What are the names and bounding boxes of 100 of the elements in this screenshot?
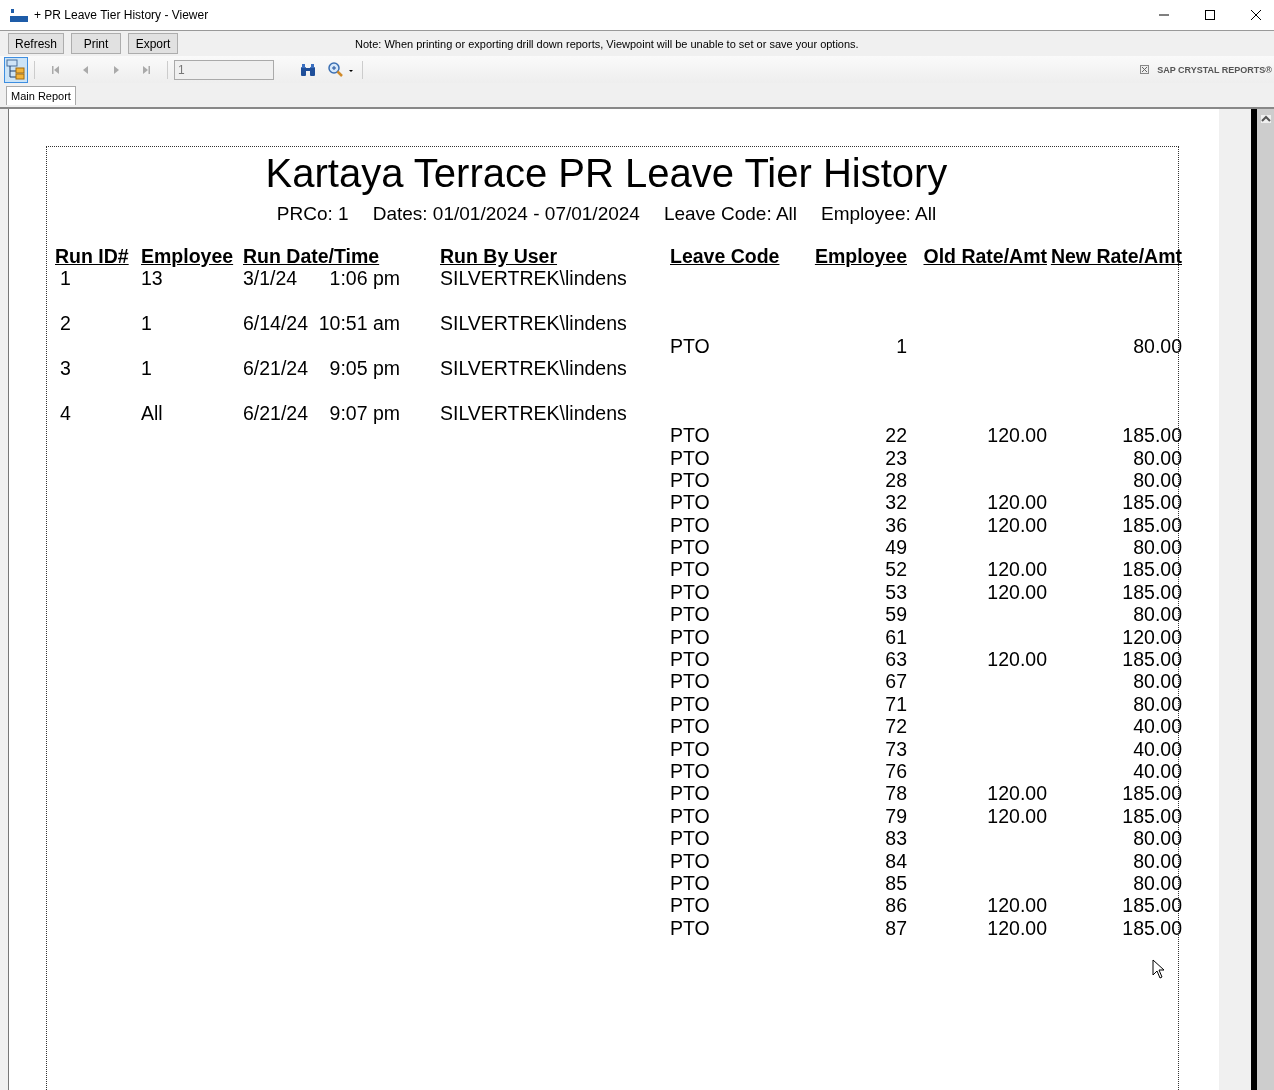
- table-cell-text: PTO: [670, 827, 711, 850]
- table-cell-text: 49: [884, 536, 907, 559]
- table-cell-text: PTO: [670, 491, 711, 514]
- table-cell-text: 185.00: [1121, 513, 1182, 537]
- table-cell-text: 185.00: [1121, 804, 1182, 828]
- report-tab[interactable]: Main Report: [6, 86, 76, 105]
- table-cell-text: 1: [141, 312, 153, 335]
- page-number-field[interactable]: 1: [174, 59, 274, 80]
- vertical-scrollbar[interactable]: [1257, 109, 1274, 1090]
- table-cell-text: SILVERTREK\lindens: [440, 312, 628, 335]
- table-cell-text: 72: [884, 715, 907, 738]
- table-cell-text: 2: [59, 312, 72, 335]
- table-cell-text: PTO: [670, 670, 711, 693]
- table-cell-text: 80.00: [1132, 827, 1182, 850]
- table-cell: 120.00: [987, 558, 1047, 581]
- report-parameter: Employee: All: [821, 203, 937, 225]
- table-cell-text: 80.00: [1132, 536, 1182, 559]
- column-header: Employee: [813, 245, 907, 268]
- column-header: Run Date/Time: [243, 245, 381, 268]
- table-cell: 6/21/24: [243, 356, 309, 380]
- table-cell-text: 84: [884, 849, 907, 872]
- table-cell-text: SILVERTREK\lindens: [440, 401, 628, 425]
- table-cell-text: PTO: [670, 513, 711, 537]
- column-header: Old Rate/Amt: [922, 245, 1047, 268]
- table-cell: 120.00: [987, 804, 1047, 827]
- table-cell-text: PTO: [670, 334, 711, 357]
- table-cell-text: SILVERTREK\lindens: [440, 356, 628, 380]
- table-cell-text: PTO: [670, 603, 711, 626]
- table-cell-text: 61: [884, 625, 907, 649]
- table-cell-text: 71: [884, 692, 907, 716]
- table-cell-text: 28: [884, 468, 907, 492]
- table-cell: 9:07 pm: [329, 401, 400, 425]
- table-cell-text: PTO: [670, 536, 711, 559]
- column-header: Run By User: [440, 245, 559, 268]
- table-cell-text: PTO: [670, 648, 711, 671]
- zoom-icon[interactable]: [328, 61, 356, 78]
- table-cell-text: PTO: [670, 580, 711, 604]
- column-header: Employee: [141, 245, 235, 268]
- table-cell-text: PTO: [670, 715, 711, 738]
- close-icon[interactable]: [1250, 9, 1262, 21]
- table-cell-text: 80.00: [1132, 603, 1182, 626]
- report-parameter: PRCo: 1: [276, 203, 349, 225]
- table-cell: 120.00: [987, 894, 1047, 917]
- table-cell-text: PTO: [670, 804, 711, 828]
- table-cell-text: PTO: [670, 849, 711, 872]
- maximize-icon[interactable]: [1204, 9, 1216, 21]
- table-cell: 120.00: [987, 424, 1047, 447]
- scroll-up-icon[interactable]: [1260, 115, 1271, 123]
- binoculars-icon[interactable]: [300, 62, 316, 77]
- window-title: + PR Leave Tier History - Viewer: [34, 8, 209, 22]
- next-page-icon[interactable]: [111, 64, 121, 75]
- table-cell: 120.00: [987, 513, 1047, 536]
- table-cell: 10:51 am: [318, 312, 400, 335]
- last-page-icon[interactable]: [141, 64, 151, 75]
- table-cell: 120.00: [987, 491, 1047, 514]
- table-cell-text: PTO: [670, 871, 711, 895]
- table-cell-text: PTO: [670, 782, 711, 805]
- column-header: Run ID#: [55, 245, 130, 268]
- table-cell-text: 185.00: [1121, 558, 1182, 581]
- table-cell-text: 36: [884, 513, 907, 537]
- table-cell-text: PTO: [670, 894, 711, 917]
- app-icon: [10, 8, 28, 22]
- table-cell-text: 1: [141, 356, 153, 380]
- table-cell-text: 22: [884, 424, 907, 447]
- previous-page-icon[interactable]: [81, 64, 91, 75]
- table-cell-text: 87: [884, 916, 907, 940]
- table-cell-text: 83: [884, 827, 907, 850]
- table-cell: 120.00: [987, 782, 1047, 805]
- table-cell-text: 4: [59, 401, 72, 425]
- table-cell-text: SILVERTREK\lindens: [440, 267, 628, 290]
- table-cell-text: All: [141, 401, 164, 425]
- table-cell-text: 85: [884, 871, 907, 895]
- first-page-icon[interactable]: [51, 64, 61, 75]
- table-cell-text: 13: [141, 267, 164, 290]
- table-cell-text: PTO: [670, 558, 711, 581]
- table-cell-text: 80.00: [1132, 670, 1182, 693]
- brand-label: SAP CRYSTAL REPORTS®: [1157, 64, 1272, 75]
- report-parameter: Leave Code: All: [663, 203, 797, 225]
- toolbar-button[interactable]: Export: [128, 33, 179, 54]
- table-cell-text: 32: [884, 491, 907, 514]
- table-cell-text: PTO: [670, 446, 711, 469]
- table-cell: 6/14/24: [243, 312, 309, 335]
- table-cell-text: 1: [59, 267, 72, 290]
- table-cell: 120.00: [987, 648, 1047, 671]
- table-cell-text: 185.00: [1121, 424, 1182, 447]
- table-cell-text: 80.00: [1132, 871, 1182, 895]
- table-cell-text: 79: [884, 804, 907, 828]
- table-cell-text: 52: [884, 558, 907, 581]
- table-cell-text: 40.00: [1132, 760, 1182, 783]
- table-cell-text: 185.00: [1121, 491, 1182, 514]
- column-header: New Rate/Amt: [1049, 245, 1182, 268]
- toolbar-button[interactable]: Refresh: [8, 33, 65, 54]
- group-tree-button[interactable]: [4, 56, 28, 83]
- table-cell-text: 185.00: [1121, 782, 1182, 805]
- table-cell-text: PTO: [670, 692, 711, 716]
- table-cell: 3/1/24: [243, 267, 298, 290]
- table-cell-text: 80.00: [1132, 692, 1182, 716]
- table-cell-text: PTO: [670, 468, 711, 492]
- toolbar-button[interactable]: Print: [71, 33, 122, 54]
- table-cell-text: 78: [884, 782, 907, 805]
